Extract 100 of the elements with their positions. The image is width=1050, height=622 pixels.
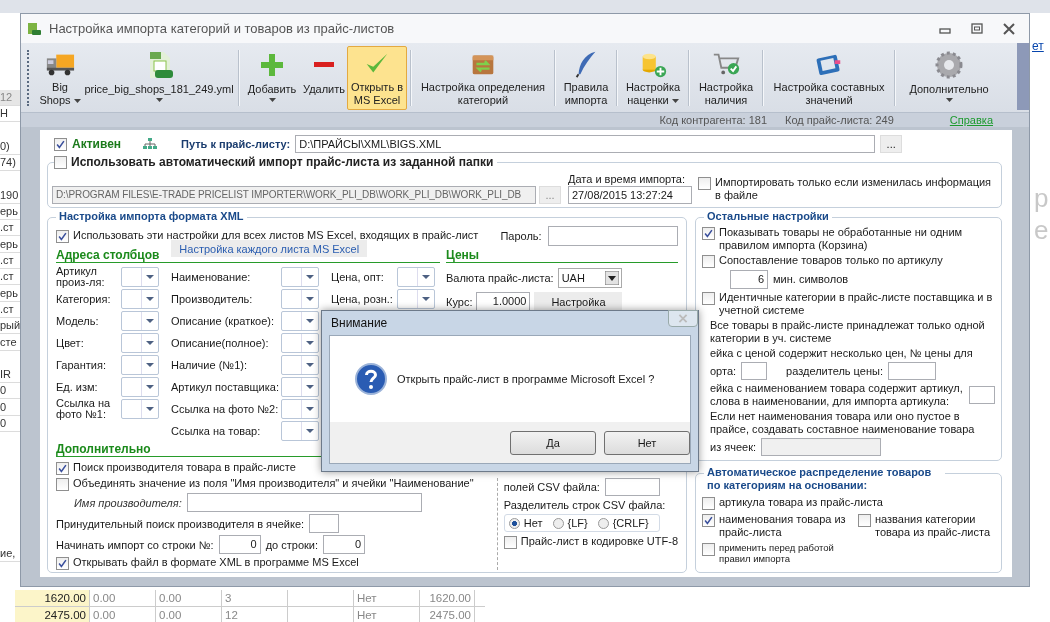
dropdown-arrow-icon [306, 385, 314, 389]
radio-button[interactable] [552, 517, 564, 529]
toolbar-button[interactable]: Добавить [243, 46, 301, 110]
checkbox[interactable] [858, 514, 871, 527]
radio-label: {LF} [567, 517, 588, 529]
toolbar-button[interactable]: Правила импорта [559, 46, 613, 110]
column-select[interactable] [281, 267, 319, 287]
toolbar-button[interactable]: Настройка составных значений [767, 46, 891, 110]
checkbox[interactable] [54, 137, 67, 151]
hierarchy-icon[interactable] [142, 138, 159, 150]
column-select[interactable] [281, 355, 319, 375]
toolbar-button[interactable]: Открыть в MS Excel [347, 46, 407, 110]
checkbox[interactable] [503, 536, 517, 549]
dropdown-arrow-icon [146, 297, 154, 301]
column-select[interactable] [281, 289, 319, 309]
column-select[interactable] [397, 289, 435, 309]
column-select[interactable] [281, 333, 319, 353]
spreadsheet-icon [27, 21, 41, 36]
dropdown-arrow-icon [146, 341, 154, 345]
column-select[interactable] [121, 355, 159, 375]
toolbar-button[interactable]: Удалить [301, 46, 347, 110]
dialog-button[interactable]: Нет [604, 430, 690, 455]
folder-field[interactable]: D:\PROGRAM FILES\E-TRADE PRICELIST IMPORTER\WORK_PLI_DB\WORK_PLI_DB\WORK_PLI_DB [52, 186, 536, 204]
sheet-settings-button[interactable]: Настройка каждого листа MS Excel [171, 240, 368, 257]
dropdown-arrow-icon [146, 363, 154, 367]
checkbox[interactable] [56, 478, 69, 491]
checkbox[interactable] [702, 227, 715, 240]
checkbox-label: Объединять значение из поля "Имя производителя" и ячейки "Наименование" [73, 477, 474, 490]
browse-button[interactable]: ... [880, 135, 903, 153]
checkbox-label: Сопоставление товаров только по артикулу [719, 254, 943, 267]
close-icon [678, 314, 688, 323]
column-select[interactable] [397, 267, 435, 287]
currency-select[interactable]: UAH [557, 268, 622, 288]
radio-button[interactable] [597, 517, 609, 529]
toolbar-button[interactable]: Настройка наценки [621, 46, 685, 110]
dialog-button[interactable]: Да [510, 430, 596, 455]
settings-button[interactable]: Настройка [534, 292, 623, 312]
table-cell: 12 [222, 607, 288, 622]
group-title: Использовать автоматический импорт прайс-листа из заданной папки [71, 155, 494, 169]
column-select[interactable] [121, 333, 159, 353]
toolbar-button[interactable]: price_big_shops_181_249.yml [83, 46, 235, 110]
article-words-field[interactable] [969, 386, 995, 404]
path-field[interactable]: D:\ПРАЙСЫ\XML\BIGS.XML [295, 135, 876, 153]
checkbox-label: названия категории товара из прайс-листа [875, 513, 991, 539]
cells-field[interactable] [761, 438, 882, 456]
checkbox-label: Прайс-лист в кодировке UTF-8 [520, 535, 678, 548]
price-separator-field[interactable] [887, 362, 936, 380]
password-field[interactable] [547, 226, 678, 246]
field-label: Артикул поставщика: [171, 381, 279, 393]
date-field[interactable]: 27/08/2015 13:27:24 [568, 186, 692, 204]
close-icon[interactable] [1003, 22, 1015, 35]
radio-button[interactable] [508, 517, 520, 529]
column-select[interactable] [121, 267, 159, 287]
column-select[interactable] [281, 399, 319, 419]
dropdown-arrow-icon [422, 275, 430, 279]
checkbox[interactable] [702, 292, 715, 305]
checkbox[interactable] [56, 557, 69, 570]
column-select[interactable] [121, 377, 159, 397]
checkbox[interactable] [698, 176, 711, 190]
column-select[interactable] [121, 311, 159, 331]
column-select[interactable] [281, 377, 319, 397]
field-label: Описание(полное): [171, 337, 270, 349]
maker-name-field[interactable] [186, 493, 422, 512]
checkbox-label: Идентичные категории в прайс-листе поставщика и в учетной системе [719, 291, 994, 317]
column-select[interactable] [281, 421, 319, 441]
checkbox[interactable] [702, 543, 715, 556]
field-label: Ссылка на товар: [171, 425, 262, 437]
close-button[interactable] [668, 310, 698, 327]
start-row-field[interactable]: 0 [218, 535, 261, 554]
toolbar-button[interactable]: Настройка определения категорий [415, 46, 551, 110]
rate-field[interactable]: 1.0000 [476, 292, 531, 312]
column-select[interactable] [121, 289, 159, 309]
csv-field[interactable] [604, 478, 660, 496]
end-row-field[interactable]: 0 [323, 535, 366, 554]
checkbox[interactable] [56, 462, 69, 475]
checkbox[interactable] [702, 514, 715, 527]
toolbar-button[interactable]: Дополнительно [899, 46, 999, 110]
dropdown-arrow-icon [146, 319, 154, 323]
field-label: Ссылка на фото №2: [171, 403, 279, 415]
group-title: Остальные настройки [704, 210, 832, 223]
section-title: Цены [446, 248, 480, 262]
table-cell: 0.00 [90, 590, 156, 606]
price-number-field[interactable] [741, 362, 768, 380]
checkbox[interactable] [56, 230, 69, 243]
maximize-icon[interactable] [971, 22, 983, 35]
checkbox[interactable] [54, 155, 67, 169]
checkbox[interactable] [702, 255, 715, 268]
toolbar-button[interactable]: Big Shops [37, 46, 83, 110]
cell-field[interactable] [309, 514, 340, 533]
toolbar-button[interactable]: Настройка наличия [693, 46, 759, 110]
checkbox[interactable] [702, 497, 715, 510]
column-select[interactable] [281, 311, 319, 331]
min-length-field[interactable]: 6 [730, 270, 768, 289]
table-cell: 1620.00 [15, 590, 90, 606]
section-title: Адреса столбцов [56, 248, 160, 262]
field-label: Пароль: [500, 230, 542, 242]
link[interactable]: ет [1032, 39, 1044, 53]
dropdown-arrow-icon [422, 297, 430, 301]
column-select[interactable] [121, 399, 159, 419]
dialog-message: Открыть прайс-лист в программе Microsoft Excel ? [397, 373, 655, 385]
